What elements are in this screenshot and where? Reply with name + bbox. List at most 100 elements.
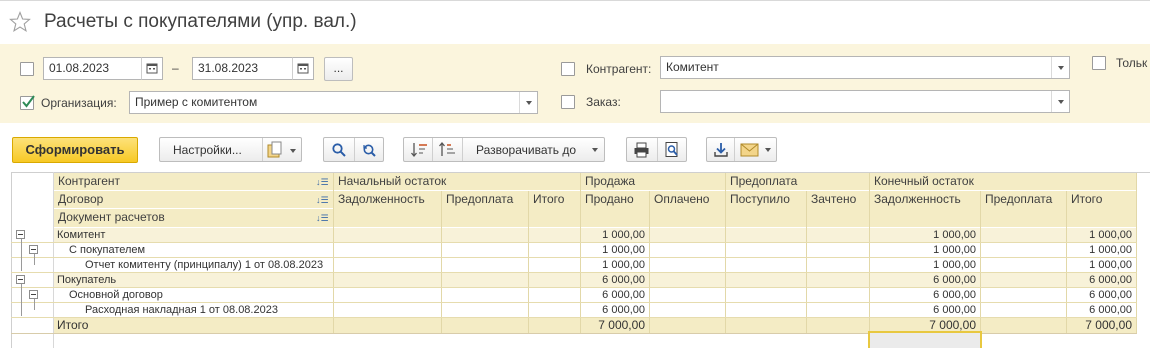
table-border-left	[11, 172, 12, 348]
sort-icon[interactable]: ↓☰	[316, 177, 329, 188]
cell-end-total: 6 000,00	[1089, 289, 1132, 301]
toolbar-separator	[734, 138, 735, 161]
search-icon[interactable]	[331, 142, 347, 161]
cell-end-total: 1 000,00	[1089, 259, 1132, 271]
header-col-end-total: Итого	[1067, 191, 1136, 227]
sort-icon[interactable]: ↓☰	[316, 195, 329, 206]
sort-icon[interactable]: ↓☰	[316, 213, 329, 224]
top-border	[0, 0, 1150, 1]
cell-end-debt: 1 000,00	[933, 229, 976, 241]
settings-button[interactable]: Настройки...	[173, 143, 242, 157]
header-contract[interactable]: Договор	[54, 191, 333, 208]
collapse-icon[interactable]	[29, 290, 38, 299]
row-label-document: Отчет комитенту (принципалу) 1 от 08.08.…	[85, 259, 324, 271]
sort-expand-group: Разворачивать до	[403, 137, 605, 162]
download-icon[interactable]	[712, 141, 730, 162]
calendar-from-button[interactable]	[141, 57, 163, 80]
organization-label: Организация:	[41, 96, 117, 110]
settings-button-group: Настройки...	[159, 137, 302, 162]
cell-end-debt: 1 000,00	[933, 244, 976, 256]
chevron-down-icon	[765, 148, 771, 152]
counterparty-label: Контрагент:	[586, 62, 652, 76]
toolbar-separator	[262, 138, 263, 161]
expand-to-button[interactable]: Разворачивать до	[476, 143, 576, 157]
row-label-contract: Основной договор	[69, 289, 163, 301]
row-label-group: Комитент	[57, 229, 106, 241]
chevron-down-icon	[526, 101, 532, 105]
header-closing-balance: Конечный остаток	[870, 173, 1136, 190]
generate-button[interactable]: Сформировать	[12, 137, 138, 163]
cell-end-debt: 6 000,00	[933, 304, 976, 316]
report-table[interactable]: Контрагент Договор Документ расчетов ↓☰ …	[11, 172, 1150, 348]
cell-sold: 6 000,00	[602, 274, 645, 286]
print-group	[626, 137, 687, 162]
header-col-paid: Оплачено	[650, 191, 725, 227]
order-dropdown-button[interactable]	[1051, 91, 1069, 112]
chevron-down-icon	[1058, 66, 1064, 70]
order-field[interactable]	[660, 90, 1070, 113]
collapse-icon[interactable]	[29, 245, 38, 254]
period-select-button[interactable]: ...	[324, 57, 353, 81]
cell-sold: 6 000,00	[602, 289, 645, 301]
total-end-debt: 7 000,00	[929, 318, 976, 332]
cell-end-debt: 6 000,00	[933, 274, 976, 286]
selected-cell[interactable]	[868, 331, 982, 348]
only-label: Тольк	[1116, 56, 1148, 70]
header-document[interactable]: Документ расчетов	[54, 209, 333, 227]
only-checkbox[interactable]	[1092, 56, 1106, 70]
header-col-end-debt: Задолженность	[870, 191, 980, 227]
search-refresh-icon[interactable]	[361, 142, 377, 161]
counterparty-dropdown-button[interactable]	[1051, 57, 1069, 78]
sort-ascending-icon[interactable]	[410, 141, 428, 162]
collapse-icon[interactable]	[16, 275, 25, 284]
export-group	[706, 137, 777, 162]
counterparty-checkbox[interactable]	[561, 62, 575, 76]
organization-checkbox[interactable]	[20, 95, 35, 110]
header-col-prepay: Предоплата	[442, 191, 528, 227]
page-title: Расчеты с покупателями (упр. вал.)	[44, 11, 357, 32]
period-checkbox[interactable]	[20, 62, 34, 76]
email-icon[interactable]	[740, 142, 760, 161]
cell-sold: 1 000,00	[602, 259, 645, 271]
calendar-icon	[146, 63, 158, 74]
cell-end-total: 1 000,00	[1089, 229, 1132, 241]
organization-field[interactable]: Пример с комитентом	[129, 91, 538, 114]
total-end-total: 7 000,00	[1085, 318, 1132, 332]
search-group	[323, 137, 384, 162]
cell-end-debt: 1 000,00	[933, 259, 976, 271]
counterparty-field[interactable]: Комитент	[660, 56, 1070, 79]
calendar-to-button[interactable]	[292, 57, 314, 80]
header-counterparty[interactable]: Контрагент	[54, 173, 333, 190]
checkmark-icon	[22, 95, 35, 108]
header-sales: Продажа	[581, 173, 725, 190]
order-checkbox[interactable]	[561, 95, 575, 109]
cell-end-total: 1 000,00	[1089, 244, 1132, 256]
cell-end-total: 6 000,00	[1089, 274, 1132, 286]
print-preview-icon[interactable]	[663, 141, 681, 162]
sort-descending-icon[interactable]	[438, 141, 456, 162]
toolbar-separator	[462, 138, 463, 161]
collapse-icon[interactable]	[16, 230, 25, 239]
header-col-total: Итого	[529, 191, 580, 227]
chevron-down-icon	[1058, 100, 1064, 104]
total-sold: 7 000,00	[598, 318, 645, 332]
header-col-offset: Зачтено	[807, 191, 869, 227]
cell-sold: 1 000,00	[602, 229, 645, 241]
toolbar-separator	[432, 138, 433, 161]
print-icon[interactable]	[633, 141, 651, 162]
cell-sold: 6 000,00	[602, 304, 645, 316]
date-separator: –	[172, 61, 179, 75]
header-prepayment: Предоплата	[726, 173, 869, 190]
toolbar-separator	[354, 138, 355, 161]
header-opening-balance: Начальный остаток	[334, 173, 580, 190]
cell-end-debt: 6 000,00	[933, 289, 976, 301]
row-label-document: Расходная накладная 1 от 08.08.2023	[85, 304, 278, 316]
organization-dropdown-button[interactable]	[519, 92, 537, 113]
header-col-debt: Задолженность	[334, 191, 441, 227]
header-col-end-prepay: Предоплата	[981, 191, 1066, 227]
variant-icon[interactable]	[267, 141, 297, 162]
order-label: Заказ:	[586, 95, 621, 109]
favorite-star-icon[interactable]	[9, 11, 31, 33]
calendar-icon	[297, 63, 309, 74]
total-row-label: Итого	[57, 318, 89, 332]
